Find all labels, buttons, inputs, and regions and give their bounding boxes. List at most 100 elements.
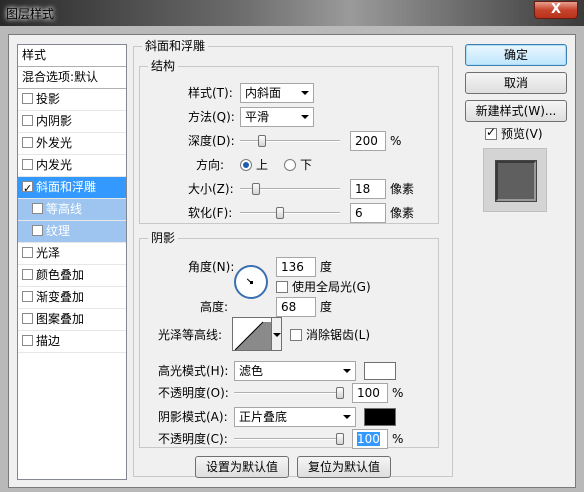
- highlight-mode-dropdown[interactable]: 滤色: [234, 361, 356, 381]
- close-button[interactable]: X: [534, 1, 578, 19]
- checkbox[interactable]: [32, 225, 43, 236]
- style-item-outer-glow[interactable]: 外发光: [18, 133, 126, 155]
- highlight-opacity-slider[interactable]: [234, 387, 344, 399]
- checkbox[interactable]: [22, 269, 33, 280]
- shadow-mode-value: 正片叠底: [239, 410, 288, 424]
- size-input[interactable]: 18: [350, 179, 386, 199]
- slider-thumb[interactable]: [276, 207, 284, 219]
- style-item-pattern-overlay[interactable]: 图案叠加: [18, 309, 126, 331]
- highlight-opacity-value: 100: [357, 386, 380, 400]
- style-item-label: 图案叠加: [36, 312, 85, 326]
- style-dropdown[interactable]: 内斜面: [240, 83, 314, 103]
- checkbox[interactable]: [32, 203, 43, 214]
- direction-label: 方向:: [196, 158, 225, 172]
- shadow-opacity-label: 不透明度(C):: [158, 432, 228, 446]
- structure-title: 结构: [148, 59, 179, 73]
- window-title: 图层样式: [6, 7, 55, 21]
- shadow-mode-dropdown[interactable]: 正片叠底: [234, 407, 356, 427]
- global-light-checkbox[interactable]: [276, 281, 288, 293]
- blend-options-item[interactable]: 混合选项:默认: [18, 67, 126, 89]
- slider-thumb[interactable]: [336, 433, 344, 445]
- style-item-drop-shadow[interactable]: 投影: [18, 89, 126, 111]
- soften-label: 软化(F):: [188, 206, 233, 220]
- highlight-color-swatch[interactable]: [364, 362, 396, 380]
- direction-down-label: 下: [300, 158, 313, 172]
- ok-button[interactable]: 确定: [465, 44, 567, 66]
- gloss-contour-dropdown[interactable]: [272, 317, 282, 351]
- highlight-opacity-unit: %: [392, 386, 404, 400]
- slider-thumb[interactable]: [258, 135, 266, 147]
- style-item-gradient-overlay[interactable]: 渐变叠加: [18, 287, 126, 309]
- checkbox[interactable]: [22, 115, 33, 126]
- style-item-inner-shadow[interactable]: 内阴影: [18, 111, 126, 133]
- bevel-emboss-title: 斜面和浮雕: [142, 39, 209, 53]
- checkbox[interactable]: [22, 93, 33, 104]
- style-item-label: 内发光: [36, 158, 73, 172]
- style-item-color-overlay[interactable]: 颜色叠加: [18, 265, 126, 287]
- title-bar: 图层样式 X: [0, 0, 584, 26]
- slider-thumb[interactable]: [336, 387, 344, 399]
- style-item-contour[interactable]: 等高线: [18, 199, 126, 221]
- style-preview-thumbnail: [483, 148, 547, 212]
- style-list-header[interactable]: 样式: [18, 45, 126, 67]
- style-item-texture[interactable]: 纹理: [18, 221, 126, 243]
- style-item-bevel-emboss[interactable]: 斜面和浮雕: [18, 177, 126, 199]
- shadow-opacity-input[interactable]: 100: [352, 429, 388, 449]
- highlight-mode-value: 滤色: [239, 364, 264, 378]
- method-dropdown[interactable]: 平滑: [240, 107, 314, 127]
- style-item-label: 等高线: [46, 202, 83, 216]
- style-item-inner-glow[interactable]: 内发光: [18, 155, 126, 177]
- style-item-label: 光泽: [36, 246, 61, 260]
- direction-up-radio[interactable]: [240, 159, 252, 171]
- new-style-button[interactable]: 新建样式(W)...: [465, 100, 567, 122]
- shadow-mode-label: 阴影模式(A):: [158, 410, 228, 424]
- depth-slider[interactable]: [240, 135, 340, 147]
- checkbox[interactable]: [22, 137, 33, 148]
- checkbox[interactable]: [22, 313, 33, 324]
- altitude-input[interactable]: 68: [276, 297, 316, 317]
- highlight-opacity-input[interactable]: 100: [352, 383, 388, 403]
- highlight-mode-label: 高光模式(H):: [158, 364, 229, 378]
- checkbox[interactable]: [22, 247, 33, 258]
- preview-checkbox[interactable]: [485, 125, 497, 140]
- angle-unit: 度: [320, 260, 333, 274]
- style-item-stroke[interactable]: 描边: [18, 331, 126, 353]
- depth-input[interactable]: 200: [350, 131, 386, 151]
- antialias-checkbox[interactable]: [290, 329, 302, 341]
- style-item-label: 投影: [36, 92, 61, 106]
- slider-thumb[interactable]: [252, 183, 260, 195]
- style-item-label: 斜面和浮雕: [36, 180, 97, 194]
- style-item-satin[interactable]: 光泽: [18, 243, 126, 265]
- angle-dial-icon[interactable]: [234, 265, 268, 299]
- style-item-label: 描边: [36, 334, 61, 348]
- shadow-opacity-slider[interactable]: [234, 433, 344, 445]
- checkbox[interactable]: [22, 291, 33, 302]
- size-unit: 像素: [390, 182, 415, 196]
- gloss-contour-label: 光泽等高线:: [158, 328, 223, 342]
- style-item-label: 纹理: [46, 224, 71, 238]
- reset-default-button[interactable]: 复位为默认值: [297, 456, 391, 478]
- close-icon: X: [550, 2, 562, 17]
- chevron-down-icon: [301, 91, 309, 95]
- checkbox[interactable]: [22, 178, 33, 199]
- cancel-button[interactable]: 取消: [465, 72, 567, 94]
- soften-input[interactable]: 6: [350, 203, 386, 223]
- preview-label: 预览(V): [501, 127, 543, 141]
- angle-input[interactable]: 136: [276, 257, 316, 277]
- highlight-opacity-label: 不透明度(O):: [158, 386, 229, 400]
- direction-down-radio[interactable]: [284, 159, 296, 171]
- make-default-button[interactable]: 设置为默认值: [195, 456, 289, 478]
- checkbox[interactable]: [22, 335, 33, 346]
- angle-value: 136: [281, 260, 304, 274]
- soften-slider[interactable]: [240, 207, 340, 219]
- shadow-color-swatch[interactable]: [364, 408, 396, 426]
- size-label: 大小(Z):: [188, 182, 234, 196]
- size-slider[interactable]: [240, 183, 340, 195]
- antialias-label: 消除锯齿(L): [306, 328, 371, 342]
- gloss-contour-picker[interactable]: [232, 317, 272, 351]
- preview-swatch: [496, 161, 536, 201]
- depth-unit: %: [390, 134, 402, 148]
- checkbox[interactable]: [22, 159, 33, 170]
- altitude-value: 68: [281, 300, 297, 314]
- soften-unit: 像素: [390, 206, 415, 220]
